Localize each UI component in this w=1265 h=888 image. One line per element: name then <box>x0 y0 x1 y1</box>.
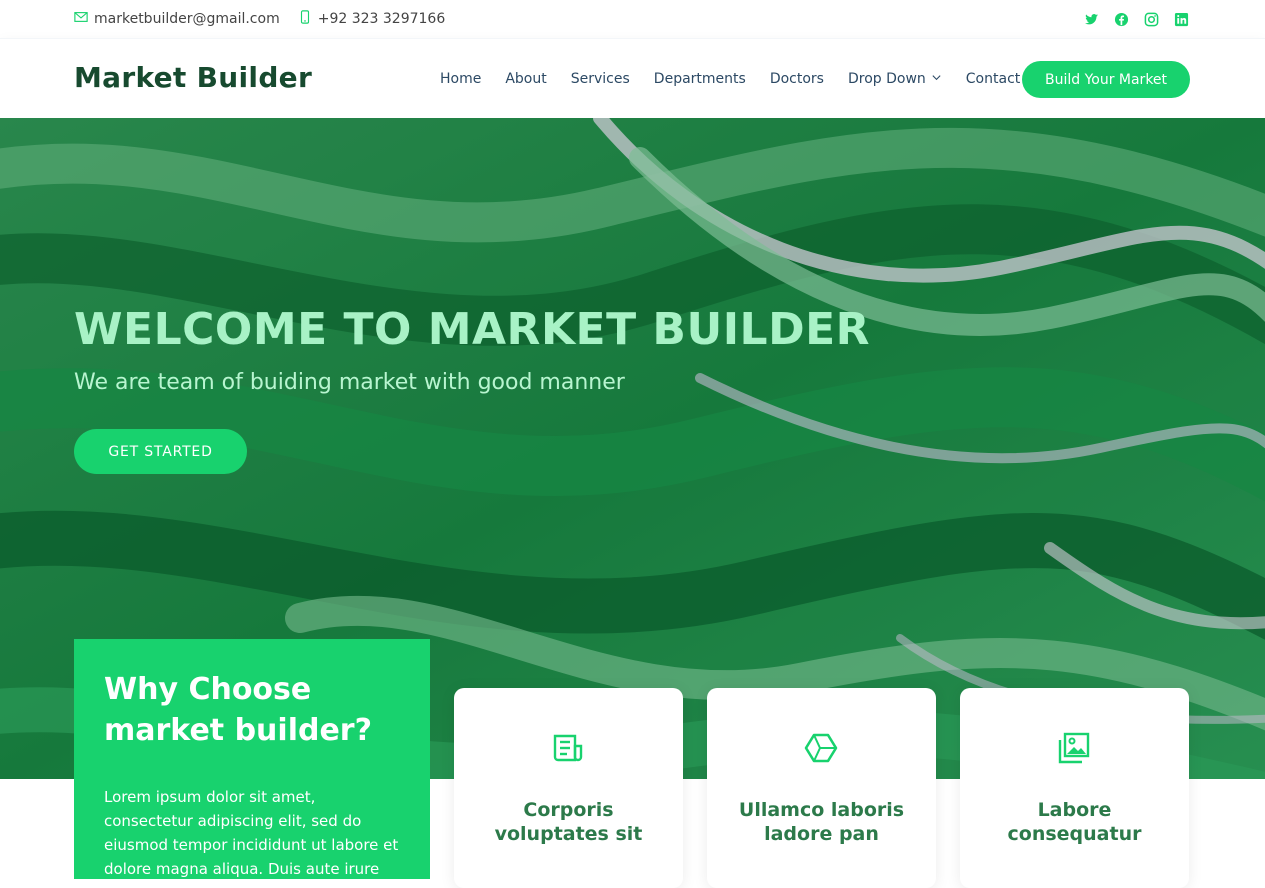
feature-card-title-line-1: Ullamco laboris <box>738 799 905 821</box>
feature-card: Labore consequatur <box>960 688 1189 888</box>
phone-text: +92 323 3297166 <box>317 11 446 27</box>
why-choose-box: Why Choose market builder? Lorem ipsum d… <box>74 639 430 879</box>
feature-card-title-line-2: ladore pan <box>764 823 879 845</box>
envelope-icon <box>74 10 88 28</box>
social-links <box>1084 0 1189 38</box>
why-title-line-2: market builder? <box>104 713 372 748</box>
instagram-icon[interactable] <box>1144 12 1159 27</box>
site-header: Market Builder Home About Services Depar… <box>0 38 1265 118</box>
nav-services[interactable]: Services <box>571 71 630 87</box>
feature-card-title: Ullamco laboris ladore pan <box>717 798 926 846</box>
email-item[interactable]: marketbuilder@gmail.com <box>74 10 280 28</box>
feature-card-title: Corporis voluptates sit <box>464 798 673 846</box>
why-choose-title: Why Choose market builder? <box>104 669 400 751</box>
twitter-icon[interactable] <box>1084 12 1099 27</box>
cube-icon <box>803 730 839 766</box>
linkedin-icon[interactable] <box>1174 12 1189 27</box>
nav-dropdown-label: Drop Down <box>847 71 926 87</box>
phone-icon <box>298 10 312 28</box>
site-logo[interactable]: Market Builder <box>74 61 312 94</box>
build-your-market-button[interactable]: Build Your Market <box>1022 61 1190 98</box>
top-bar: marketbuilder@gmail.com +92 323 3297166 <box>0 0 1265 38</box>
receipt-icon <box>550 730 586 766</box>
email-text: marketbuilder@gmail.com <box>94 11 280 27</box>
hero-title: WELCOME TO MARKET BUILDER <box>74 304 871 355</box>
why-title-line-1: Why Choose <box>104 672 312 707</box>
why-choose-text: Lorem ipsum dolor sit amet, consectetur … <box>104 788 399 878</box>
nav-doctors[interactable]: Doctors <box>770 71 824 87</box>
nav-home[interactable]: Home <box>440 71 481 87</box>
feature-card-title: Labore consequatur <box>970 798 1179 846</box>
images-icon <box>1056 730 1092 766</box>
nav-departments[interactable]: Departments <box>654 71 746 87</box>
hero-subtitle: We are team of buiding market with good … <box>74 370 625 395</box>
main-nav: Home About Services Departments Doctors … <box>440 39 1020 119</box>
feature-card: Ullamco laboris ladore pan <box>707 688 936 888</box>
phone-item[interactable]: +92 323 3297166 <box>298 10 446 28</box>
feature-card-title-line-2: consequatur <box>1007 823 1142 845</box>
contact-info: marketbuilder@gmail.com +92 323 3297166 <box>74 0 445 38</box>
feature-card-title-line-2: voluptates sit <box>494 823 643 845</box>
chevron-down-icon <box>931 71 942 87</box>
feature-card-title-line-1: Labore <box>1037 799 1112 821</box>
feature-card-title-line-1: Corporis <box>523 799 614 821</box>
nav-about[interactable]: About <box>505 71 546 87</box>
nav-dropdown[interactable]: Drop Down <box>848 71 942 87</box>
get-started-button[interactable]: GET STARTED <box>74 429 247 474</box>
facebook-icon[interactable] <box>1114 12 1129 27</box>
nav-contact[interactable]: Contact <box>966 71 1020 87</box>
feature-card: Corporis voluptates sit <box>454 688 683 888</box>
